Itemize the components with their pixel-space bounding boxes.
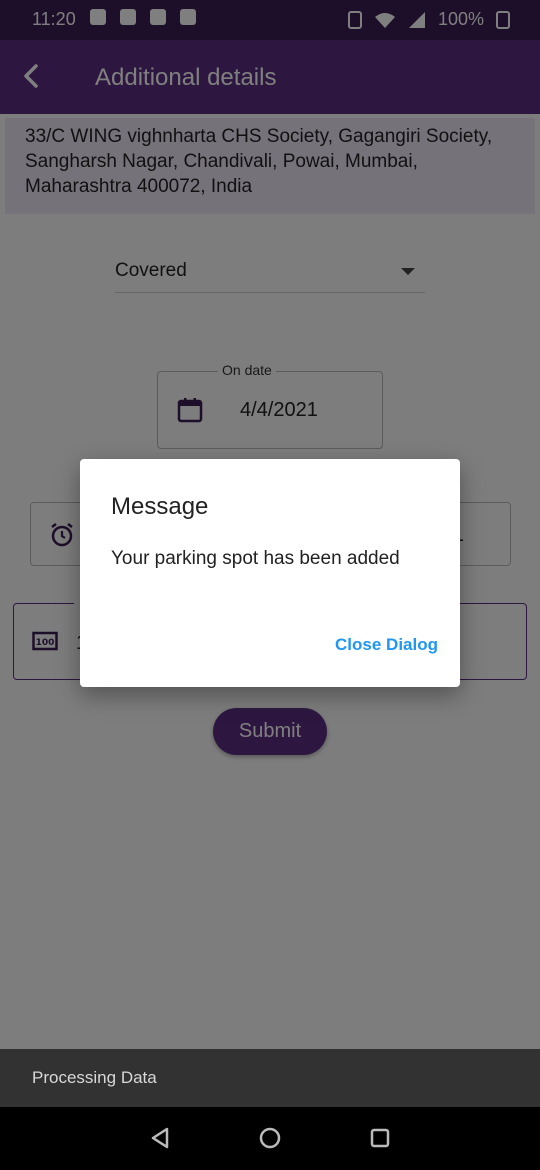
snackbar: Processing Data bbox=[0, 1049, 540, 1107]
nav-home-icon[interactable] bbox=[255, 1123, 285, 1153]
dialog-title: Message bbox=[111, 493, 209, 520]
snackbar-text: Processing Data bbox=[32, 1068, 157, 1087]
dialog-body: Your parking spot has been added bbox=[111, 548, 400, 569]
message-dialog: Message Your parking spot has been added… bbox=[80, 459, 460, 687]
system-nav-bar bbox=[0, 1107, 540, 1170]
nav-back-icon[interactable] bbox=[145, 1123, 175, 1153]
nav-recents-icon[interactable] bbox=[365, 1123, 395, 1153]
close-dialog-button[interactable]: Close Dialog bbox=[335, 635, 438, 655]
